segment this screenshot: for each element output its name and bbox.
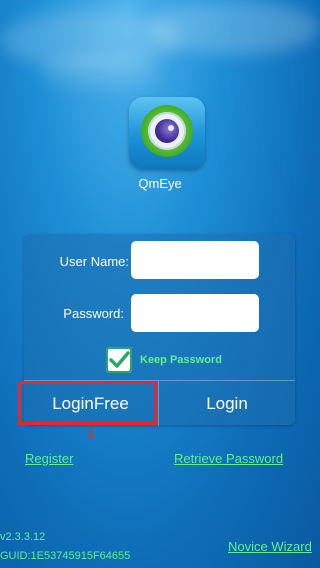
background-cloud — [150, 0, 320, 55]
app-name: QmEye — [138, 176, 182, 191]
app-logo-icon — [129, 97, 205, 169]
login-free-button[interactable]: LoginFree — [24, 381, 157, 426]
keep-password-label[interactable]: Keep Password — [140, 354, 222, 366]
novice-wizard-link[interactable]: Novice Wizard — [228, 539, 312, 554]
password-label: Password: — [63, 306, 124, 321]
checkmark-icon — [109, 351, 130, 368]
keep-password-checkbox[interactable] — [106, 347, 132, 373]
camera-lens-icon — [141, 105, 193, 157]
annotation-marker: 1 — [88, 428, 95, 440]
guid-text: GUID:1E53745915F64655 — [0, 550, 131, 562]
register-link[interactable]: Register — [25, 451, 73, 466]
background-cloud — [40, 55, 160, 90]
password-input[interactable] — [131, 294, 259, 332]
button-row: LoginFree Login — [24, 380, 295, 426]
retrieve-password-link[interactable]: Retrieve Password — [174, 451, 283, 466]
username-input[interactable] — [131, 241, 259, 279]
username-label: User Name: — [59, 254, 129, 269]
login-panel: User Name: Password: Keep Password Login… — [24, 234, 295, 426]
version-text: v2.3.3.12 — [0, 531, 46, 543]
login-button[interactable]: Login — [158, 381, 295, 426]
